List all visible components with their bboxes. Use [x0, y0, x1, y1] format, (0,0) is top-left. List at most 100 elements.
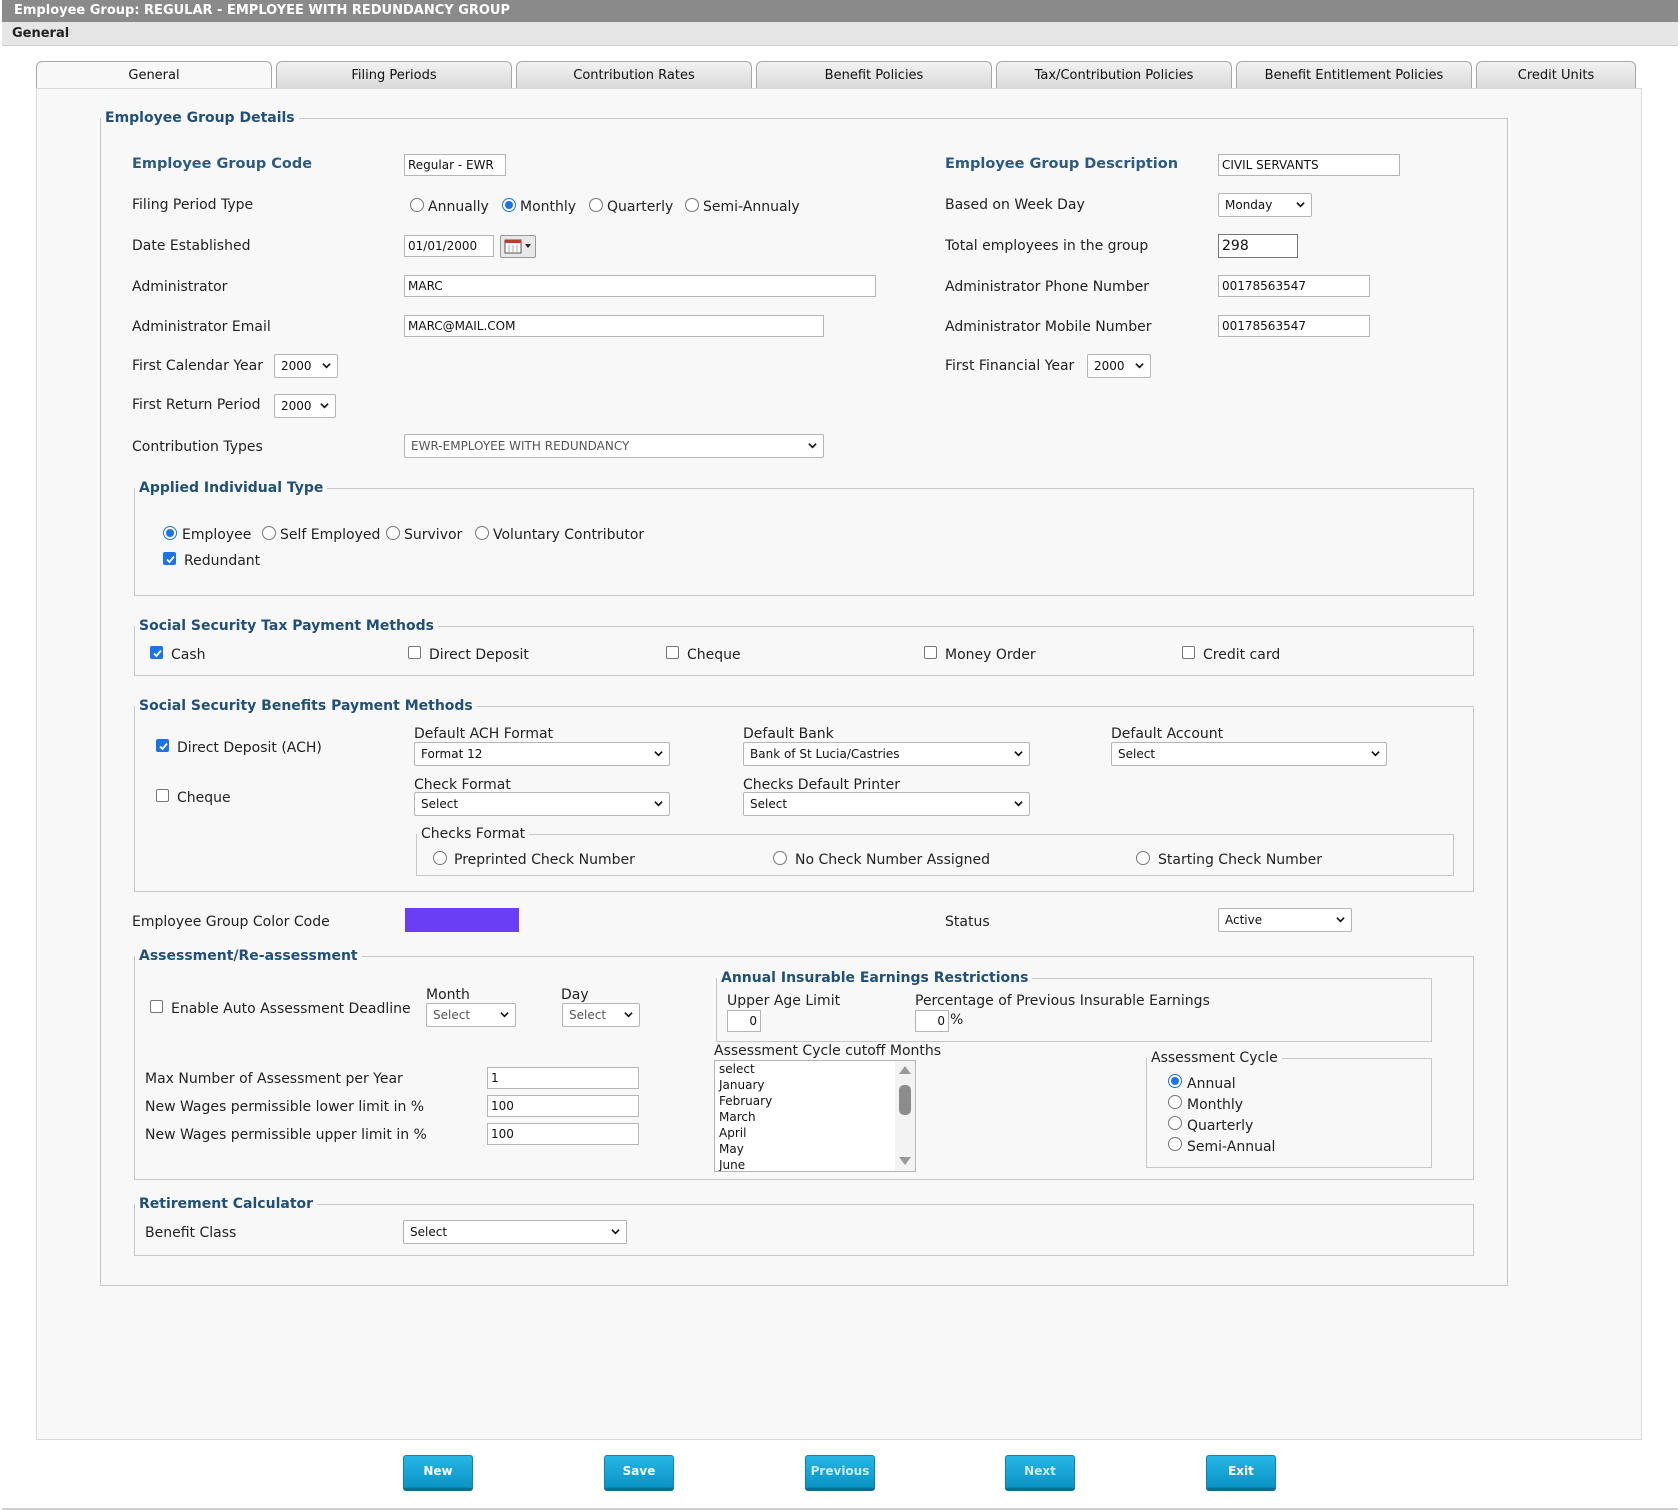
first-return-period-select[interactable]: 2000 — [274, 394, 336, 418]
tax-cash-checkbox[interactable] — [150, 646, 163, 659]
tax-money-order-checkbox[interactable] — [924, 646, 937, 659]
check-format-value: Select — [421, 797, 459, 811]
previous-button[interactable]: Previous — [805, 1455, 875, 1488]
check-format-select[interactable]: Select — [414, 792, 670, 816]
next-button[interactable]: Next — [1005, 1455, 1075, 1488]
chevron-down-icon — [1296, 202, 1305, 208]
auto-assessment-label: Enable Auto Assessment Deadline — [171, 1001, 411, 1017]
chevron-down-icon — [1014, 751, 1023, 757]
benefit-direct-deposit-checkbox[interactable] — [156, 739, 169, 752]
redundant-checkbox[interactable] — [163, 552, 176, 565]
cutoff-option[interactable]: March — [715, 1109, 915, 1125]
date-established-input[interactable]: 01/01/2000 — [404, 235, 494, 257]
contribution-types-select[interactable]: EWR-EMPLOYEE WITH REDUNDANCY — [404, 434, 824, 458]
retirement-calculator: Retirement Calculator — [134, 1196, 1474, 1256]
filing-quarterly-radio[interactable] — [589, 198, 603, 212]
individual-employee-radio[interactable] — [163, 526, 177, 540]
checkmark-icon — [153, 649, 162, 658]
cutoff-option[interactable]: February — [715, 1093, 915, 1109]
upper-limit-input[interactable]: 100 — [487, 1123, 639, 1145]
filing-semiannual-radio[interactable] — [685, 198, 699, 212]
admin-phone-input[interactable]: 00178563547 — [1218, 275, 1370, 297]
chevron-down-icon — [1371, 751, 1380, 757]
cutoff-option[interactable]: April — [715, 1125, 915, 1141]
first-financial-year-label: First Financial Year — [945, 358, 1075, 374]
save-button[interactable]: Save — [604, 1455, 674, 1488]
tab-contribution-rates[interactable]: Contribution Rates — [516, 61, 752, 89]
tab-credit-units[interactable]: Credit Units — [1476, 61, 1636, 89]
checks-printer-select[interactable]: Select — [743, 792, 1030, 816]
contribution-types-value: EWR-EMPLOYEE WITH REDUNDANCY — [411, 439, 630, 453]
tax-cheque-checkbox[interactable] — [666, 646, 679, 659]
admin-email-input[interactable]: MARC@MAIL.COM — [404, 315, 824, 337]
weekday-select[interactable]: Monday — [1218, 193, 1312, 217]
benefit-cheque-checkbox[interactable] — [156, 789, 169, 802]
calendar-button[interactable] — [500, 235, 536, 258]
auto-assessment-checkbox[interactable] — [150, 1000, 163, 1013]
individual-voluntary-radio[interactable] — [475, 526, 489, 540]
applied-individual-type-legend: Applied Individual Type — [139, 480, 324, 496]
employee-group-details-legend: Employee Group Details — [105, 110, 295, 126]
cycle-annual-label: Annual — [1187, 1076, 1236, 1092]
individual-self-employed-radio[interactable] — [262, 526, 276, 540]
cycle-monthly-radio[interactable] — [1168, 1095, 1182, 1109]
filing-annually-radio[interactable] — [410, 198, 424, 212]
month-select[interactable]: Select — [426, 1003, 516, 1027]
tab-benefit-entitlement-policies[interactable]: Benefit Entitlement Policies — [1236, 61, 1472, 89]
benefit-class-select[interactable]: Select — [403, 1220, 627, 1244]
lower-limit-input[interactable]: 100 — [487, 1095, 639, 1117]
checks-no-number-radio[interactable] — [773, 851, 787, 865]
contribution-types-label: Contribution Types — [132, 439, 263, 455]
cutoff-option[interactable]: June — [715, 1157, 915, 1171]
checks-printer-value: Select — [750, 797, 788, 811]
new-button[interactable]: New — [403, 1455, 473, 1488]
tab-general[interactable]: General — [36, 61, 272, 91]
upper-age-input[interactable]: 0 — [727, 1010, 761, 1032]
default-account-label: Default Account — [1111, 726, 1224, 742]
filing-annually-label: Annually — [428, 199, 489, 215]
ach-format-select[interactable]: Format 12 — [414, 742, 670, 766]
checks-format-legend: Checks Format — [421, 826, 526, 842]
scrollbar-arrows-icon — [899, 1066, 911, 1165]
month-label: Month — [426, 987, 470, 1003]
status-select[interactable]: Active — [1218, 908, 1352, 932]
cutoff-months-listbox[interactable]: select January February March April May … — [714, 1060, 916, 1172]
individual-voluntary-label: Voluntary Contributor — [493, 527, 645, 543]
benefit-cheque-label: Cheque — [177, 790, 231, 806]
first-financial-year-select[interactable]: 2000 — [1087, 354, 1151, 378]
first-return-period-label: First Return Period — [132, 397, 261, 413]
tab-benefit-policies[interactable]: Benefit Policies — [756, 61, 992, 89]
pct-earnings-input[interactable]: 0 — [915, 1010, 949, 1032]
cycle-quarterly-radio[interactable] — [1168, 1116, 1182, 1130]
lower-limit-label: New Wages permissible lower limit in % — [145, 1099, 425, 1115]
tax-direct-deposit-checkbox[interactable] — [408, 646, 421, 659]
group-description-input[interactable]: CIVIL SERVANTS — [1218, 154, 1400, 176]
default-bank-select[interactable]: Bank of St Lucia/Castries — [743, 742, 1030, 766]
tax-credit-card-checkbox[interactable] — [1182, 646, 1195, 659]
checks-starting-number-radio[interactable] — [1136, 851, 1150, 865]
administrator-input[interactable]: MARC — [404, 275, 876, 297]
tab-filing-periods[interactable]: Filing Periods — [276, 61, 512, 89]
cycle-annual-radio[interactable] — [1168, 1074, 1182, 1088]
tab-tax-contribution-policies[interactable]: Tax/Contribution Policies — [996, 61, 1232, 89]
filing-monthly-radio[interactable] — [502, 198, 516, 212]
max-assessment-input[interactable]: 1 — [487, 1067, 639, 1089]
individual-survivor-radio[interactable] — [386, 526, 400, 540]
day-select[interactable]: Select — [562, 1003, 640, 1027]
first-calendar-year-select[interactable]: 2000 — [274, 354, 338, 378]
chevron-down-icon — [1336, 917, 1345, 923]
exit-button[interactable]: Exit — [1206, 1455, 1276, 1488]
color-code-swatch[interactable] — [405, 908, 519, 932]
group-code-input[interactable]: Regular - EWR — [404, 154, 506, 176]
cutoff-option[interactable]: January — [715, 1077, 915, 1093]
cycle-semiannual-radio[interactable] — [1168, 1137, 1182, 1151]
admin-mobile-input[interactable]: 00178563547 — [1218, 315, 1370, 337]
checks-preprinted-radio[interactable] — [433, 851, 447, 865]
cutoff-option[interactable]: select — [715, 1061, 915, 1077]
default-account-select[interactable]: Select — [1111, 742, 1387, 766]
cutoff-option[interactable]: May — [715, 1141, 915, 1157]
chevron-down-icon — [611, 1229, 620, 1235]
cycle-semiannual-label: Semi-Annual — [1187, 1139, 1276, 1155]
cutoff-scrollbar[interactable] — [895, 1061, 915, 1171]
total-employees-input[interactable]: 298 — [1218, 234, 1298, 258]
